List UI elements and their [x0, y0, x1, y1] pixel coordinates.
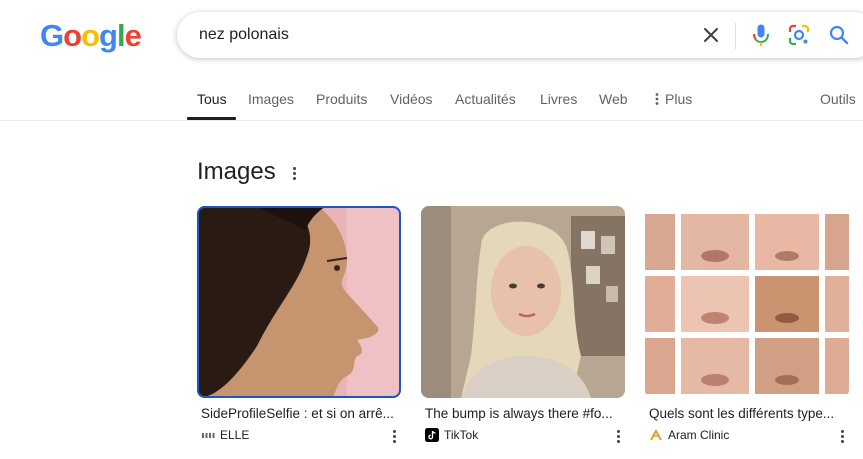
- image-caption[interactable]: The bump is always there #fo...: [425, 406, 623, 421]
- logo-letter: G: [40, 18, 64, 53]
- image-source[interactable]: Aram Clinic: [649, 428, 729, 442]
- card-more-icon[interactable]: [841, 430, 844, 445]
- image-thumbnail[interactable]: [645, 206, 849, 398]
- search-icon[interactable]: [827, 23, 851, 47]
- image-thumbnail[interactable]: [197, 206, 401, 398]
- source-name: TikTok: [444, 428, 479, 442]
- tab-plus-label: Plus: [665, 91, 693, 107]
- source-name: ELLE: [220, 428, 250, 442]
- image-card[interactable]: Quels sont les différents type... Aram C…: [645, 206, 849, 443]
- image-card[interactable]: SideProfileSelfie : et si on arrê... ELL…: [197, 206, 401, 443]
- logo-letter: o: [63, 18, 82, 53]
- tab-plus[interactable]: Plus: [655, 91, 692, 108]
- source-name: Aram Clinic: [668, 428, 730, 442]
- microphone-icon[interactable]: [749, 23, 773, 47]
- image-source[interactable]: TikTok: [425, 428, 478, 442]
- image-thumbnail[interactable]: [421, 206, 625, 398]
- logo-letter: o: [81, 18, 100, 53]
- section-more-icon[interactable]: [293, 167, 297, 182]
- image-caption[interactable]: SideProfileSelfie : et si on arrê...: [201, 406, 399, 421]
- tab-produits[interactable]: Produits: [316, 91, 367, 107]
- tiktok-icon: [425, 428, 439, 442]
- logo-letter: l: [116, 18, 126, 53]
- google-logo[interactable]: Google: [40, 18, 142, 54]
- tab-images[interactable]: Images: [248, 91, 294, 107]
- search-box[interactable]: nez polonais: [177, 12, 863, 58]
- aram-clinic-icon: [649, 428, 663, 442]
- tab-videos[interactable]: Vidéos: [390, 91, 433, 107]
- section-title: Images: [197, 158, 276, 185]
- logo-letter: g: [99, 18, 118, 53]
- clear-icon[interactable]: [699, 23, 723, 47]
- tab-livres[interactable]: Livres: [540, 91, 577, 107]
- image-card[interactable]: The bump is always there #fo... TikTok: [421, 206, 625, 443]
- search-divider: [735, 23, 736, 49]
- search-input[interactable]: nez polonais: [199, 26, 289, 44]
- image-caption[interactable]: Quels sont les différents type...: [649, 406, 847, 421]
- header-divider: [0, 120, 863, 121]
- search-tabs: Tous Images Produits Vidéos Actualités L…: [0, 88, 863, 121]
- elle-logo-icon: [201, 428, 215, 442]
- card-more-icon[interactable]: [617, 430, 620, 445]
- tab-tous[interactable]: Tous: [197, 91, 227, 107]
- google-lens-icon[interactable]: [787, 23, 811, 47]
- tab-actualites[interactable]: Actualités: [455, 91, 516, 107]
- card-more-icon[interactable]: [393, 430, 396, 445]
- more-vert-icon: [655, 92, 659, 108]
- logo-letter: e: [124, 18, 142, 53]
- tab-web[interactable]: Web: [599, 91, 628, 107]
- image-source[interactable]: ELLE: [201, 428, 249, 442]
- tools-button[interactable]: Outils: [820, 91, 856, 107]
